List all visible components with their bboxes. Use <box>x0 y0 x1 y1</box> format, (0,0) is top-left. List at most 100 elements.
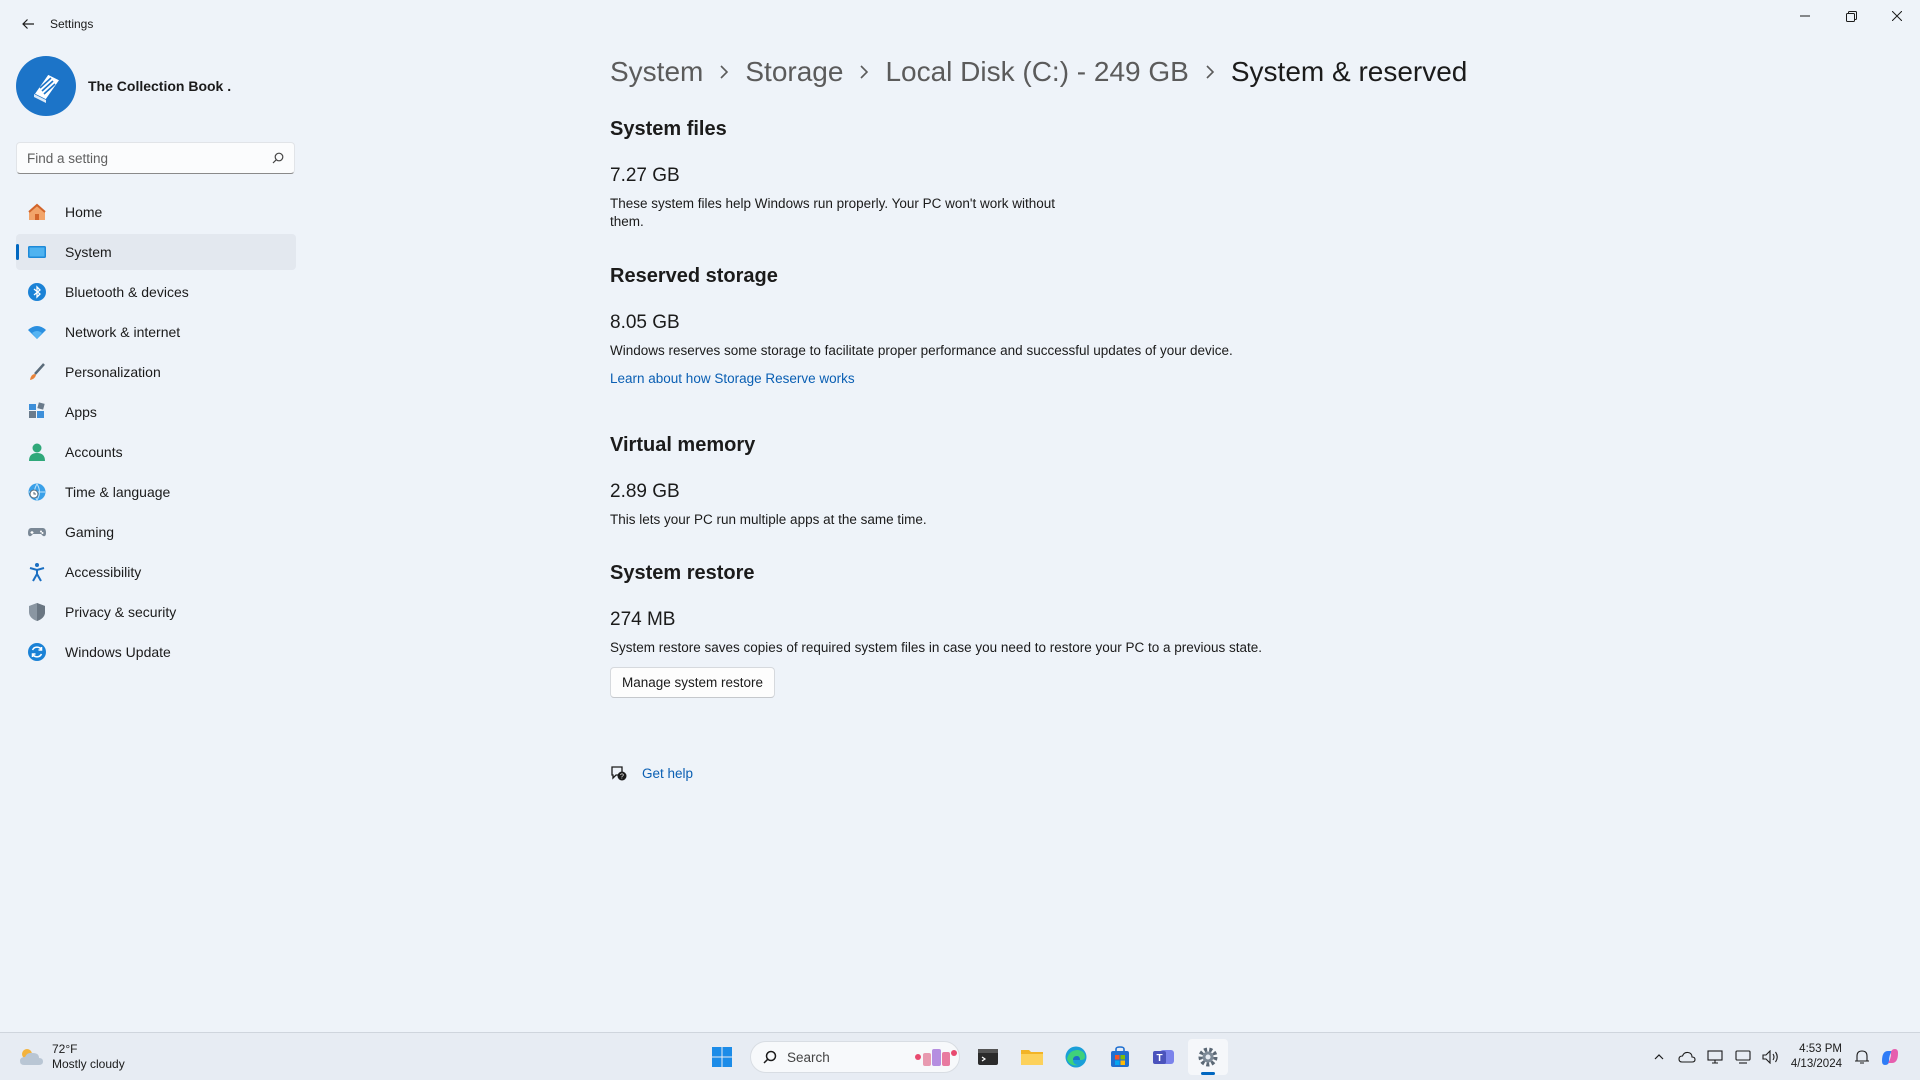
storage-reserve-link[interactable]: Learn about how Storage Reserve works <box>610 371 855 386</box>
taskbar-app-teams[interactable]: T <box>1144 1039 1184 1075</box>
breadcrumb-storage[interactable]: Storage <box>745 56 843 88</box>
terminal-icon <box>978 1049 998 1065</box>
sidebar-item-time-language[interactable]: Time & language <box>16 474 296 510</box>
taskbar-apps: Search T <box>700 1039 1230 1075</box>
section-title: Virtual memory <box>610 434 756 456</box>
sidebar-item-label: System <box>65 244 112 260</box>
taskbar-app-store[interactable] <box>1100 1039 1140 1075</box>
sidebar-item-label: Gaming <box>65 524 115 540</box>
home-icon <box>26 201 48 223</box>
get-help-link[interactable]: Get help <box>642 766 693 781</box>
clock-time: 4:53 PM <box>1799 1043 1842 1055</box>
edge-browser-icon <box>1065 1046 1087 1068</box>
sidebar-item-network[interactable]: Network & internet <box>16 314 296 350</box>
display-icon <box>1707 1050 1723 1064</box>
search-icon <box>272 152 284 164</box>
sidebar-item-label: Accounts <box>65 444 123 460</box>
sidebar-item-windows-update[interactable]: Windows Update <box>16 634 296 670</box>
chevron-right-icon <box>1205 65 1215 79</box>
start-button[interactable] <box>702 1039 742 1075</box>
section-system-restore: System restore 274 MB System restore sav… <box>610 562 1262 698</box>
taskbar-app-settings[interactable] <box>1188 1039 1228 1075</box>
taskbar-clock[interactable]: 4:53 PM 4/13/2024 <box>1791 1042 1842 1072</box>
windows-logo-icon <box>712 1047 732 1067</box>
section-size: 274 MB <box>610 609 676 630</box>
tray-display[interactable] <box>1703 1045 1727 1069</box>
section-size: 2.89 GB <box>610 481 680 502</box>
chevron-right-icon <box>719 65 729 79</box>
taskbar-app-terminal[interactable] <box>968 1039 1008 1075</box>
back-arrow-icon <box>22 19 34 29</box>
svg-text:?: ? <box>620 774 624 781</box>
back-button[interactable] <box>14 12 42 36</box>
sidebar-item-gaming[interactable]: Gaming <box>16 514 296 550</box>
accessibility-icon <box>26 561 48 583</box>
chevron-up-icon <box>1654 1054 1664 1060</box>
weather-widget[interactable]: 72°F Mostly cloudy <box>18 1042 125 1072</box>
tray-volume[interactable] <box>1759 1045 1783 1069</box>
search-icon <box>763 1050 777 1064</box>
sidebar-item-label: Accessibility <box>65 564 142 580</box>
title-bar: Settings <box>0 0 1920 48</box>
system-tray: 4:53 PM 4/13/2024 <box>1645 1039 1904 1075</box>
sidebar-item-apps[interactable]: Apps <box>16 394 296 430</box>
breadcrumb-local-disk[interactable]: Local Disk (C:) - 249 GB <box>885 56 1188 88</box>
weather-description: Mostly cloudy <box>52 1057 125 1071</box>
sidebar-item-accounts[interactable]: Accounts <box>16 434 296 470</box>
speaker-icon <box>1762 1050 1778 1064</box>
section-title: System restore <box>610 562 755 584</box>
bluetooth-icon <box>26 281 48 303</box>
sidebar-item-system[interactable]: System <box>16 234 296 270</box>
breadcrumb-system[interactable]: System <box>610 56 703 88</box>
tray-notifications[interactable] <box>1850 1045 1874 1069</box>
manage-system-restore-button[interactable]: Manage system restore <box>610 667 776 698</box>
minimize-button[interactable] <box>1782 0 1828 32</box>
taskbar-app-edge[interactable] <box>1056 1039 1096 1075</box>
shield-icon <box>26 601 48 623</box>
window-controls <box>1782 0 1920 32</box>
monitor-icon <box>26 241 48 263</box>
section-size: 7.27 GB <box>610 165 680 186</box>
section-description: Windows reserves some storage to facilit… <box>610 343 1233 358</box>
minimize-icon <box>1800 15 1810 17</box>
sidebar-item-home[interactable]: Home <box>16 194 296 230</box>
sidebar-item-label: Apps <box>65 404 97 420</box>
book-logo-icon <box>32 73 62 103</box>
gamepad-icon <box>26 521 48 543</box>
user-profile[interactable]: The Collection Book . <box>16 56 231 116</box>
tray-copilot[interactable] <box>1878 1045 1902 1069</box>
folder-icon <box>1021 1050 1043 1065</box>
bell-icon <box>1855 1050 1869 1064</box>
weather-text: 72°F Mostly cloudy <box>52 1042 125 1072</box>
copilot-icon <box>1882 1049 1898 1065</box>
sidebar-item-label: Windows Update <box>65 644 171 660</box>
settings-search-box[interactable] <box>16 142 295 174</box>
close-icon <box>1892 11 1902 21</box>
close-button[interactable] <box>1874 0 1920 32</box>
taskbar-app-file-explorer[interactable] <box>1012 1039 1052 1075</box>
apps-grid-icon <box>26 401 48 423</box>
sidebar-item-privacy-security[interactable]: Privacy & security <box>16 594 296 630</box>
settings-search-input[interactable] <box>27 150 272 166</box>
section-virtual-memory: Virtual memory 2.89 GB This lets your PC… <box>610 434 927 529</box>
help-chat-icon: ? <box>611 766 627 781</box>
clock-date: 4/13/2024 <box>1790 1058 1842 1070</box>
update-sync-icon <box>26 641 48 663</box>
taskbar: 72°F Mostly cloudy Search T 4:53 PM 4/13… <box>0 1032 1920 1080</box>
taskbar-search[interactable]: Search <box>750 1041 960 1073</box>
sidebar-item-bluetooth[interactable]: Bluetooth & devices <box>16 274 296 310</box>
tray-network[interactable] <box>1731 1045 1755 1069</box>
sidebar-item-personalization[interactable]: Personalization <box>16 354 296 390</box>
paintbrush-icon <box>26 361 48 383</box>
sidebar-item-label: Privacy & security <box>65 604 177 620</box>
sidebar-item-accessibility[interactable]: Accessibility <box>16 554 296 590</box>
wifi-icon <box>26 321 48 343</box>
get-help[interactable]: ? Get help <box>610 764 693 782</box>
section-title: Reserved storage <box>610 265 778 287</box>
section-system-files: System files 7.27 GB These system files … <box>610 118 1060 231</box>
app-title: Settings <box>50 17 94 31</box>
tray-overflow-button[interactable] <box>1647 1045 1671 1069</box>
teams-icon: T <box>1153 1050 1174 1064</box>
tray-onedrive[interactable] <box>1675 1045 1699 1069</box>
restore-button[interactable] <box>1828 0 1874 32</box>
